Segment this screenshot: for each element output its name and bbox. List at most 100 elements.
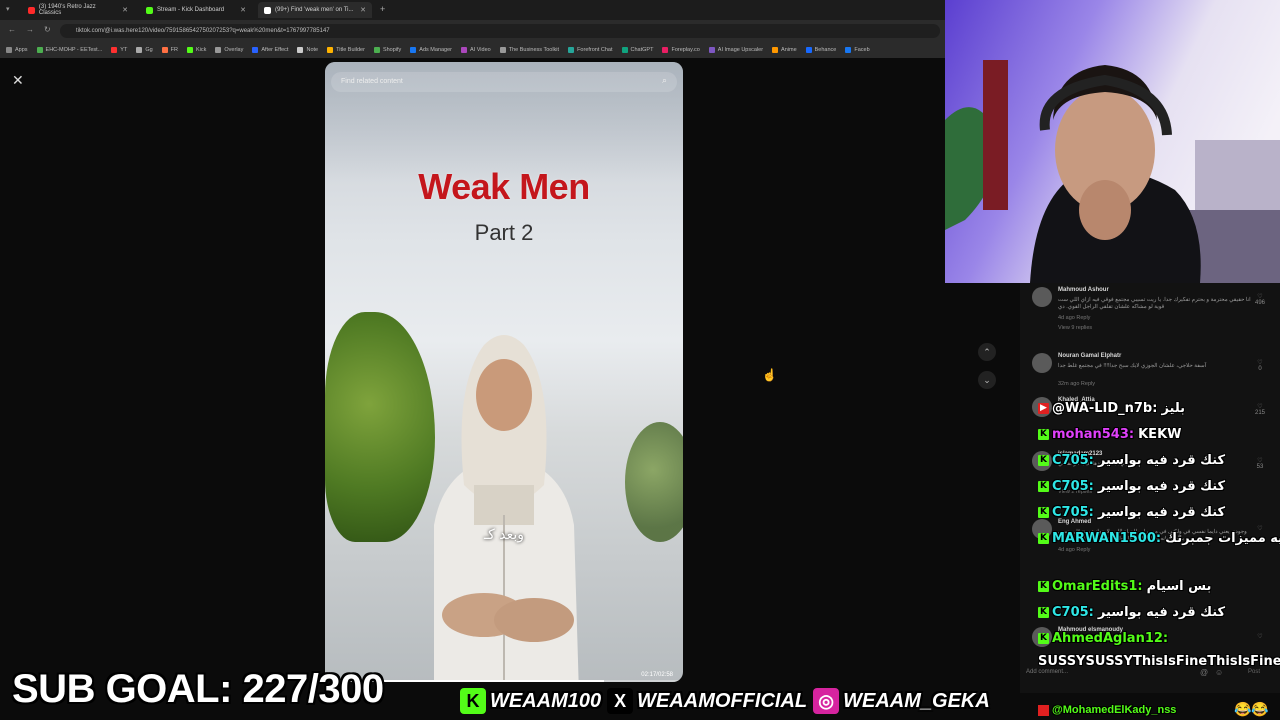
bookmark-icon <box>6 47 12 53</box>
like-count: 496 <box>1254 300 1265 306</box>
bookmark-label: After Effect <box>261 47 289 53</box>
bookmark-item[interactable]: Overlay <box>215 47 243 53</box>
bookmark-item[interactable]: Note <box>297 47 318 53</box>
bookmark-icon <box>297 47 304 53</box>
chat-message: K C705: كنك قرد فيه بواسير <box>1038 453 1225 468</box>
tab-list-icon[interactable]: ▾ <box>6 5 10 13</box>
chevron-down-icon: ⌄ <box>983 375 991 385</box>
comment-text: انا حقيقي محترمة و بحترم تفكيرك جدا. يا … <box>1058 297 1251 310</box>
chat-message-bottom: @MohamedElKady_nss <box>1038 704 1176 716</box>
social-handle-text: WEAAM100 <box>490 689 602 712</box>
chat-text: كنك قرد فيه بواسير <box>1097 479 1226 494</box>
next-video-button[interactable]: ⌄ <box>978 371 996 389</box>
chat-message-continued: SUSSYSUSSYThisIsFineThisIsFineSUSSY <box>1038 654 1280 669</box>
chat-message: ▶ @WA-LID_n7b: بليز <box>1038 401 1185 416</box>
tab-1[interactable]: (3) 1940's Retro Jazz Classics ✕ <box>22 2 134 18</box>
bookmark-item[interactable]: Title Builder <box>327 47 365 53</box>
comment-author[interactable]: Nouran Gamal Elphatr <box>1058 353 1121 359</box>
chat-user: MARWAN1500: <box>1052 531 1162 546</box>
chat-text: كنك قرد فيه بواسير <box>1097 505 1226 520</box>
bookmark-item[interactable]: Kick <box>187 47 206 53</box>
bookmark-icon <box>36 47 43 53</box>
chat-user: C705: <box>1052 505 1094 520</box>
close-icon[interactable]: ✕ <box>12 72 24 89</box>
chat-user: C705: <box>1052 479 1094 494</box>
bookmark-item[interactable]: Foreplay.co <box>662 47 700 53</box>
like-count: 53 <box>1256 464 1264 470</box>
bookmark-icon <box>805 47 812 53</box>
bookmark-item[interactable]: FR <box>161 47 179 53</box>
like-icon[interactable]: ♡ 0 <box>1250 359 1270 372</box>
bookmark-item[interactable]: Gg <box>136 47 153 53</box>
bookmark-item[interactable]: Faceb <box>845 47 870 53</box>
bookmark-item[interactable]: Behance <box>805 47 836 53</box>
bookmark-item[interactable]: Anime <box>772 47 797 53</box>
forward-icon[interactable]: → <box>26 25 34 34</box>
sub-goal-counter: SUB GOAL: 227/300 <box>12 667 384 711</box>
chat-message: K OmarEdits1: بس اسيام <box>1038 579 1211 594</box>
bookmark-item[interactable]: YT <box>111 47 127 53</box>
bookmark-label: Kick <box>196 47 207 53</box>
bookmark-label: Foreplay.co <box>671 47 700 53</box>
tab-label: Stream - Kick Dashboard <box>157 7 225 13</box>
search-icon[interactable]: ⌕ <box>662 75 667 86</box>
bookmark-label: AI Image Upscaler <box>717 47 764 53</box>
avatar[interactable] <box>1032 353 1052 373</box>
like-icon[interactable]: ♡ 215 <box>1250 403 1270 416</box>
bookmark-label: Forefront Chat <box>577 47 613 53</box>
chat-text: بليز <box>1161 401 1186 416</box>
tab-close-icon[interactable]: ✕ <box>360 6 366 14</box>
youtube-badge-icon <box>1038 704 1049 716</box>
add-comment-input[interactable]: Add comment... <box>1026 669 1068 675</box>
back-icon[interactable]: ← <box>8 25 16 34</box>
like-count: 0 <box>1258 366 1262 372</box>
bookmark-item[interactable]: Ads Manager <box>410 47 452 53</box>
video-player[interactable]: Find related content ⌕ Weak Men Part 2 و… <box>325 62 683 682</box>
bookmark-label: YT <box>120 47 128 53</box>
bookmark-item[interactable]: After Effect <box>252 47 288 53</box>
bookmark-label: Faceb <box>854 47 870 53</box>
post-button[interactable]: Post <box>1248 669 1260 675</box>
like-icon[interactable]: ♡ 496 <box>1250 293 1270 306</box>
bookmark-icon <box>662 47 669 53</box>
chat-emotes: 😂😂 <box>1234 701 1269 717</box>
avatar[interactable] <box>1032 287 1052 307</box>
social-handles: K WEAAM100 X WEAAMOFFICIAL ◎ WEAAM_GEKA <box>460 686 990 716</box>
emoji-icon[interactable]: ☺ <box>1215 668 1223 677</box>
bookmark-item[interactable]: EHC-MOHP - EETest... <box>36 47 102 53</box>
bookmark-item[interactable]: The Business Toolkit <box>499 47 559 53</box>
tab-close-icon[interactable]: ✕ <box>240 6 246 14</box>
address-bar[interactable]: tiktok.com/@i.was.here120/video/75915865… <box>60 24 940 38</box>
kick-badge-icon: K <box>1038 481 1049 492</box>
like-icon[interactable]: ♡ 53 <box>1250 457 1270 470</box>
bookmark-icon <box>708 47 715 53</box>
bookmark-item[interactable]: Apps <box>6 47 28 53</box>
bookmark-item[interactable]: AI Video <box>461 47 491 53</box>
tab-3[interactable]: (99+) Find 'weak men' on Ti... ✕ <box>258 2 372 18</box>
chat-message: Kmohan543: KEKW <box>1038 427 1181 442</box>
tab-2[interactable]: Stream - Kick Dashboard ✕ <box>140 2 252 18</box>
bookmark-item[interactable]: Forefront Chat <box>568 47 613 53</box>
bookmark-icon <box>252 47 259 53</box>
chat-user: C705: <box>1052 605 1094 620</box>
kick-badge-icon: K <box>1038 633 1049 644</box>
chat-user: @WA-LID_n7b: <box>1052 401 1158 416</box>
new-tab-button[interactable]: + <box>380 4 385 14</box>
comment-text: آسفة حلاجي، علشان الجوزي لايك سبح جدا!!!… <box>1058 363 1207 369</box>
comment-author[interactable]: Mahmoud Ashour <box>1058 287 1109 293</box>
tab-close-icon[interactable]: ✕ <box>122 6 128 14</box>
mention-icon[interactable]: @ <box>1200 668 1208 677</box>
social-handle-text: WEAAMOFFICIAL <box>637 689 808 712</box>
chevron-up-icon: ⌃ <box>983 347 991 357</box>
like-icon[interactable]: ♡ <box>1250 633 1270 640</box>
view-replies-link[interactable]: View 9 replies <box>1058 325 1092 331</box>
bookmark-label: Apps <box>15 47 28 53</box>
bookmark-icon <box>461 47 468 53</box>
search-input[interactable]: Find related content <box>331 72 677 92</box>
previous-video-button[interactable]: ⌃ <box>978 343 996 361</box>
bookmark-item[interactable]: AI Image Upscaler <box>708 47 764 53</box>
bookmark-item[interactable]: Shopify <box>373 47 401 53</box>
bookmark-label: FR <box>170 47 179 53</box>
bookmark-item[interactable]: ChatGPT <box>621 47 653 53</box>
reload-icon[interactable]: ↻ <box>44 25 51 34</box>
